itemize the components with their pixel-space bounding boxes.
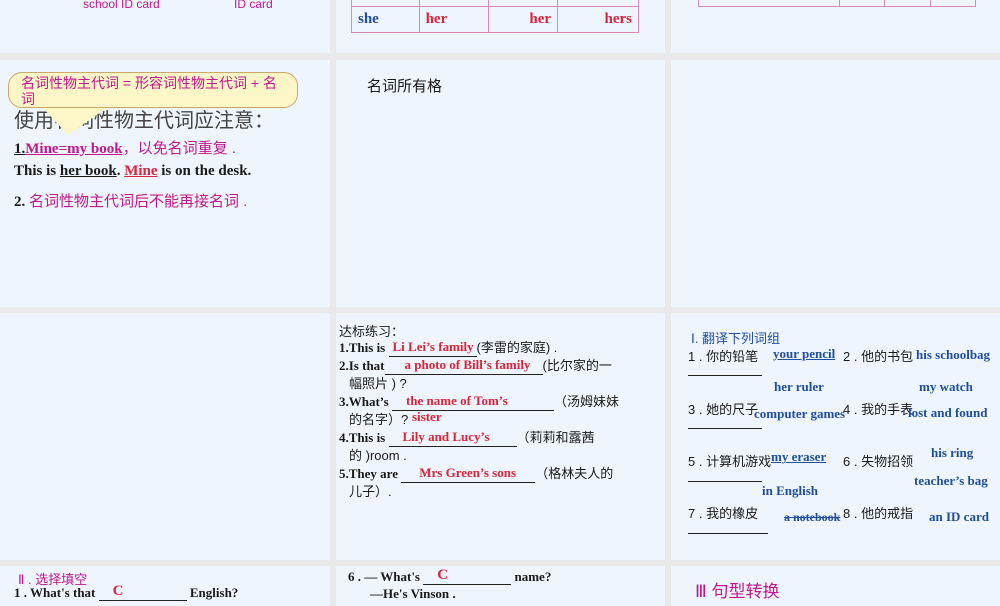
text: 2. <box>14 194 29 210</box>
pronoun-table: they <box>697 0 977 7</box>
text: her book <box>59 163 117 179</box>
text: 1.This is <box>339 340 389 355</box>
text: 6 . — What's <box>348 569 424 584</box>
answer: Mine <box>124 163 158 179</box>
slide-thumbnail-7[interactable] <box>0 313 330 560</box>
answer: her ruler <box>774 379 824 394</box>
question: 5 . 计算机游戏 <box>688 454 772 469</box>
question: 3 . 她的尺子 <box>688 402 759 417</box>
question: 8 . 他的戒指 <box>843 506 914 521</box>
answer: teacher’s bag <box>914 473 988 488</box>
answer: Mrs Green’s sons <box>419 465 517 480</box>
answer: a photo of Bill’s family <box>404 357 531 372</box>
answer: computer games <box>754 406 846 421</box>
question-6: 6 . — What's C name? <box>348 567 552 585</box>
answer: in English <box>762 483 819 498</box>
slide-thumbnail-1[interactable]: school ID card ID card <box>0 0 330 53</box>
text: 儿子）. <box>349 484 392 499</box>
answer: C <box>112 583 124 599</box>
pronoun-table: hehis sheherherhers <box>351 0 639 33</box>
answer-line <box>688 481 762 482</box>
cell: she <box>351 6 420 33</box>
callout-bubble: 名词性物主代词 = 形容词性物主代词 + 名词 <box>8 72 298 108</box>
slide-thumbnail-4[interactable]: 使用名词性物主代词应注意： 名词性物主代词 = 形容词性物主代词 + 名词 1.… <box>0 60 330 307</box>
question: 6 . 失物招领 <box>843 454 914 469</box>
answer: C <box>437 567 449 583</box>
answer: his schoolbag <box>916 347 991 362</box>
answer: Lily and Lucy’s <box>402 429 490 444</box>
text: 名词性物主代词后不能再接名词 . <box>29 193 248 210</box>
cell: hers <box>557 6 639 33</box>
slide-thumbnail-2[interactable]: hehis sheherherhers <box>336 0 665 53</box>
question-1: 1 . What's that C English? <box>14 583 239 601</box>
text: 3.What’s <box>339 394 392 409</box>
text: （汤姆妹妹 <box>553 394 619 409</box>
answer: Li Lei’s family <box>392 339 474 354</box>
cell: her <box>487 6 559 33</box>
slide-thumbnail-3[interactable]: they <box>671 0 1000 53</box>
text: 1. <box>14 141 26 157</box>
school-id-card-label: school ID card <box>83 0 160 11</box>
answer: lost and found <box>908 405 988 420</box>
question: 4 . 我的手表 <box>843 402 914 417</box>
text: （格林夫人的 <box>535 466 614 481</box>
slide-thumbnail-11[interactable]: 6 . — What's C name? —He's Vinson . <box>336 566 665 606</box>
text: （莉莉和露茜 <box>516 430 595 445</box>
text: (李雷的家庭) . <box>476 340 558 355</box>
id-card-label: ID card <box>234 0 273 11</box>
slide-thumbnail-6[interactable] <box>671 60 1000 307</box>
text: 的名字）? <box>349 412 409 427</box>
answer: my eraser <box>771 449 827 464</box>
answer: his ring <box>931 445 974 460</box>
question: 1 . 你的铅笔 <box>688 349 759 364</box>
text: name? <box>511 569 552 584</box>
text: English? <box>186 585 239 600</box>
text: Mine=my book <box>25 141 123 157</box>
text: 4.This is <box>339 430 389 445</box>
callout-tail <box>42 107 108 135</box>
text: (比尔家的一 <box>542 358 612 373</box>
answer: your pencil <box>773 346 836 361</box>
text: 幅照片 ) ? <box>349 376 407 391</box>
exercise-list: 1.This is Li Lei’s family (李雷的家庭) . 2.Is … <box>339 339 659 501</box>
answer: a notebook <box>784 510 841 524</box>
exercise-title: Ⅲ 句型转换 <box>695 582 780 601</box>
text: 2.Is that <box>339 358 385 373</box>
text: 的 )room . <box>349 448 407 463</box>
answer: my watch <box>919 379 973 394</box>
exercise-title: Ⅰ. 翻译下列词组 <box>691 331 781 346</box>
slide-thumbnail-9[interactable]: Ⅰ. 翻译下列词组 1 . 你的铅笔 your pencil 2 . 他的书包 … <box>671 313 1000 560</box>
answer: sister <box>412 409 442 424</box>
slide-thumbnail-5[interactable]: 名词所有格 <box>336 60 665 307</box>
text: 5.They are <box>339 466 402 481</box>
slide-thumbnail-12[interactable]: Ⅲ 句型转换 <box>671 566 1000 606</box>
cell: her <box>418 6 489 33</box>
text: This is <box>14 163 60 179</box>
cell: they <box>697 0 841 7</box>
text: ，以免名词重复 . <box>122 140 236 157</box>
text: 1 . What's that <box>14 585 99 600</box>
slide-thumbnail-8[interactable]: 达标练习： 1.This is Li Lei’s family (李雷的家庭) .… <box>336 313 665 560</box>
answer: an ID card <box>929 509 989 524</box>
slide-thumbnail-10[interactable]: Ⅱ . 选择填空 1 . What's that C English? <box>0 566 330 606</box>
answer-line <box>688 375 762 376</box>
slide-title: 名词所有格 <box>367 78 443 95</box>
question: 2 . 他的书包 <box>843 349 914 364</box>
question: 7 . 我的橡皮 <box>688 506 759 521</box>
answer-line <box>688 428 762 429</box>
answer-line <box>688 533 768 534</box>
text: is on the desk. <box>157 163 252 179</box>
